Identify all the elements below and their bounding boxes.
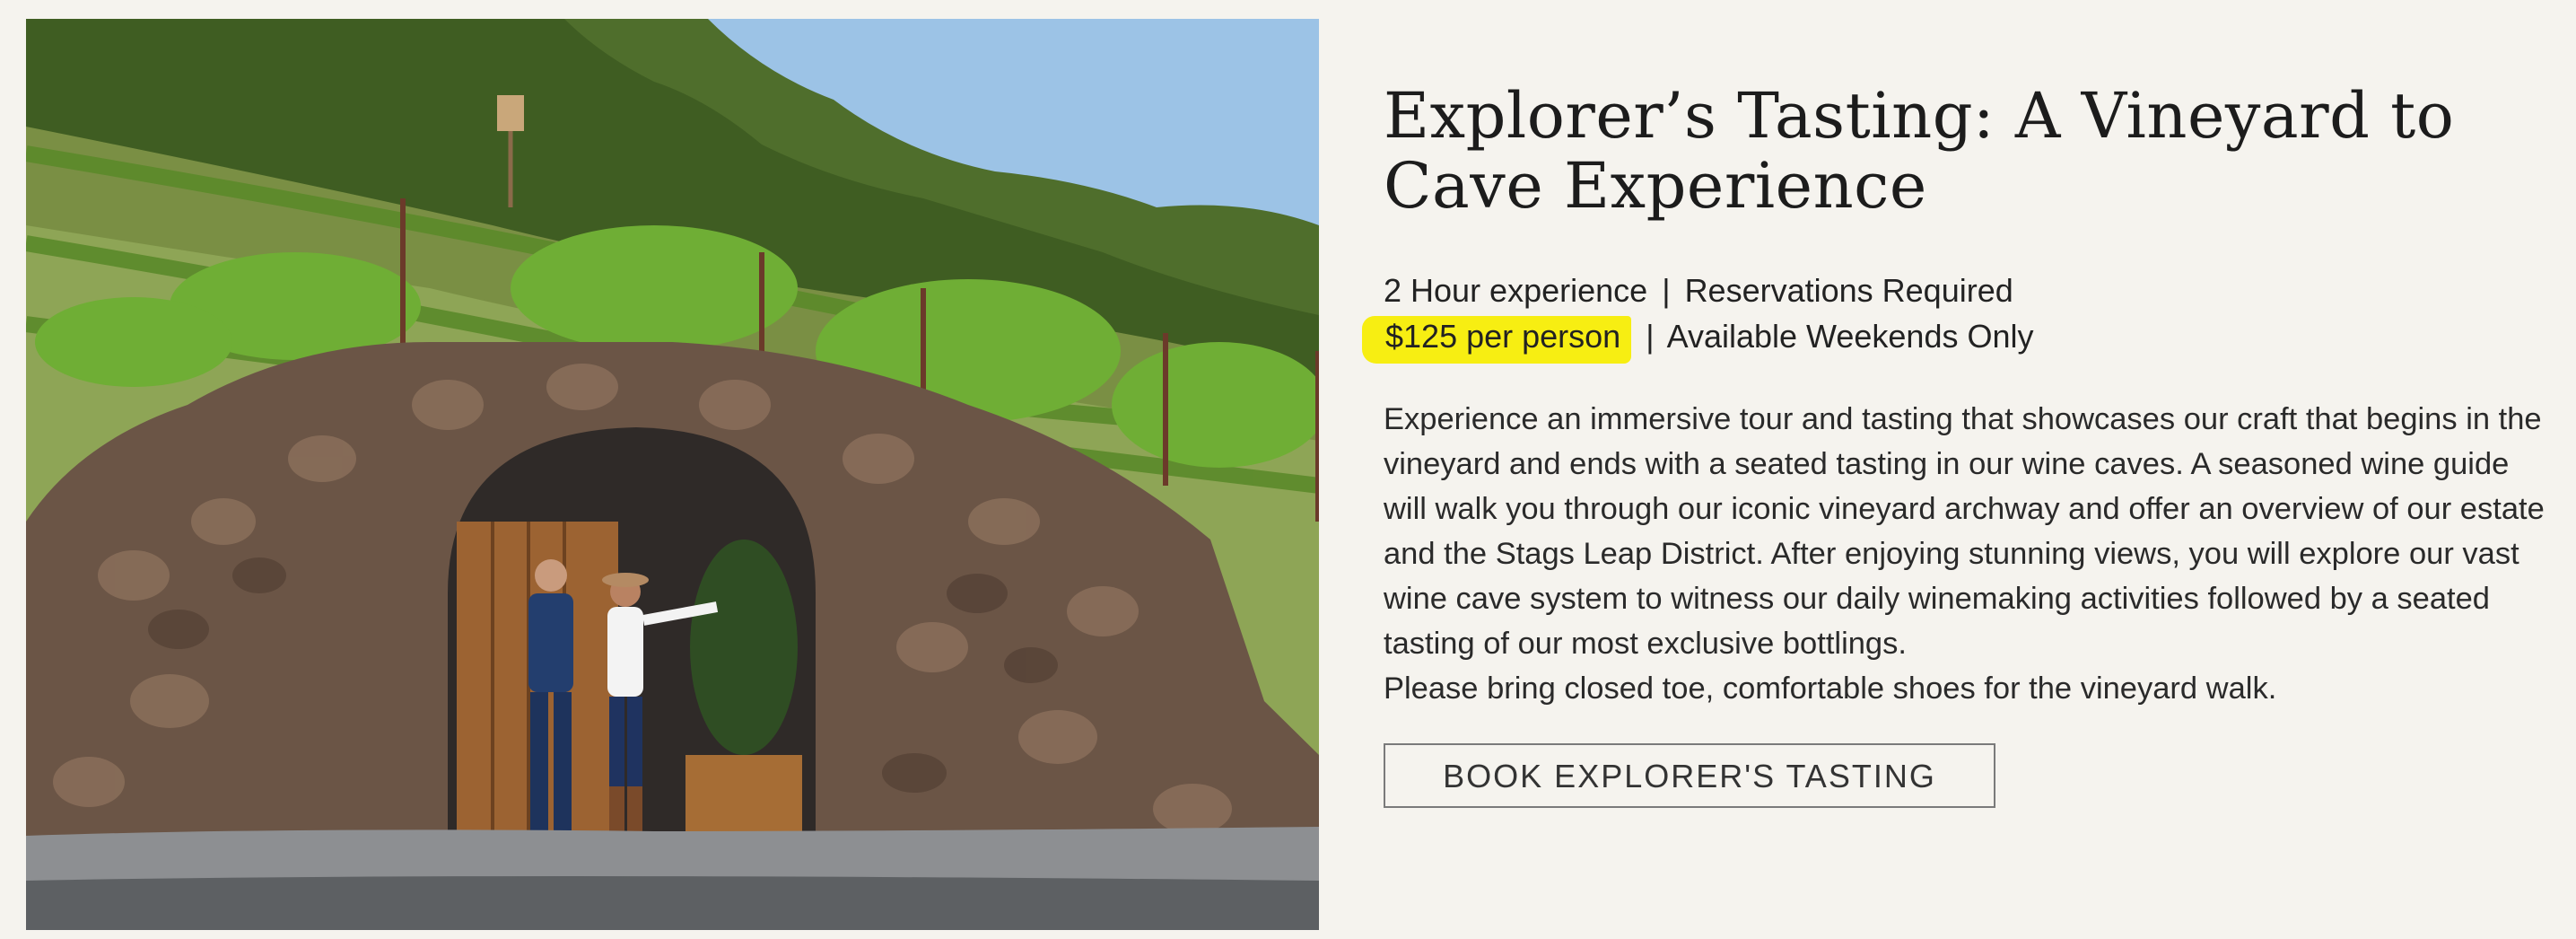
price-text: $125 per person <box>1362 316 1632 364</box>
experience-details: Explorer’s Tasting: A Vineyard to Cave E… <box>1362 79 2550 808</box>
meta-line-1: 2 Hour experience | Reservations Require… <box>1384 268 2550 313</box>
description-text: Experience an immersive tour and tasting… <box>1384 402 2545 661</box>
experience-photo <box>26 19 1319 930</box>
shoe-note: Please bring closed toe, comfortable sho… <box>1384 671 2277 706</box>
availability-text: Available Weekends Only <box>1666 318 2034 355</box>
experience-meta: 2 Hour experience | Reservations Require… <box>1362 268 2550 364</box>
separator: | <box>1662 272 1671 309</box>
page-title: Explorer’s Tasting: A Vineyard to Cave E… <box>1384 79 2455 223</box>
duration-text: 2 Hour experience <box>1384 272 1648 309</box>
book-explorers-tasting-button[interactable]: BOOK EXPLORER'S TASTING <box>1384 743 1995 808</box>
experience-page: Explorer’s Tasting: A Vineyard to Cave E… <box>0 0 2576 939</box>
separator: | <box>1646 318 1655 355</box>
meta-line-2: $125 per person | Available Weekends Onl… <box>1362 313 2550 364</box>
reservations-text: Reservations Required <box>1684 272 2013 309</box>
experience-description: Experience an immersive tour and tasting… <box>1384 397 2550 711</box>
